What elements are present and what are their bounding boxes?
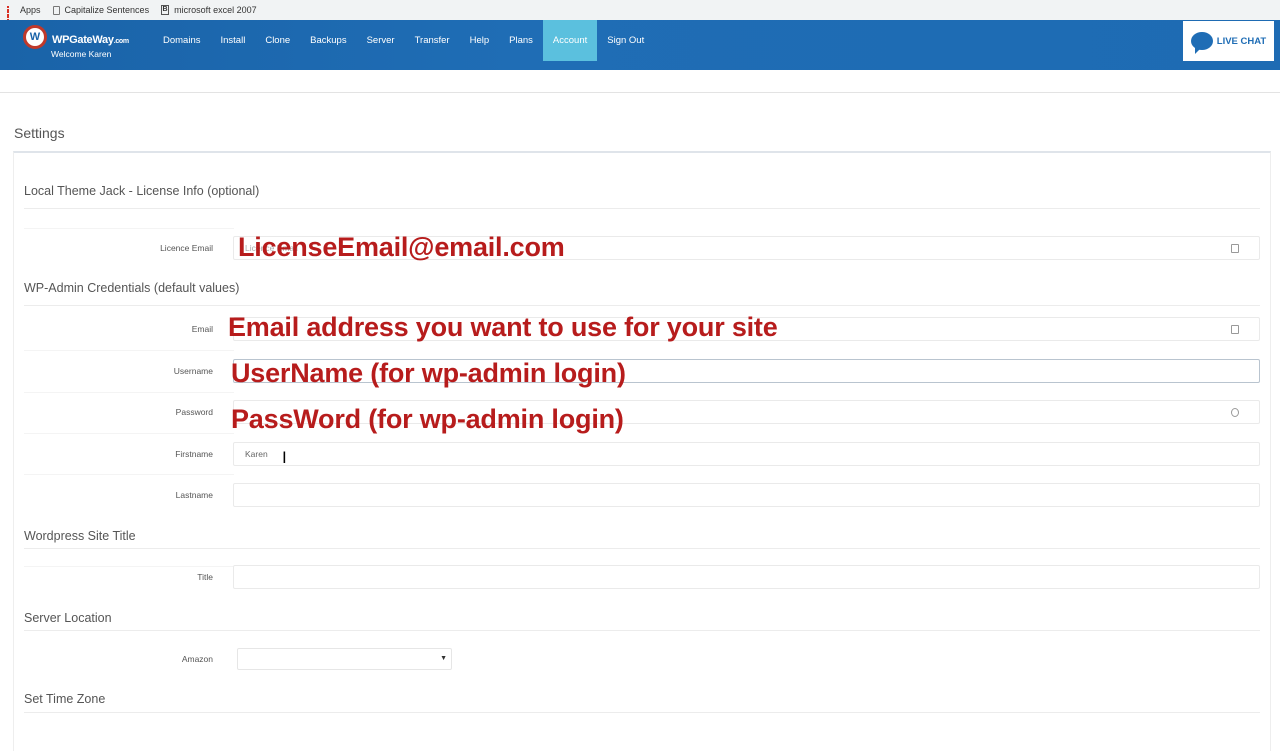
amazon-label: Amazon xyxy=(181,654,213,664)
section-time-zone: Set Time Zone xyxy=(24,692,106,706)
page-title: Settings xyxy=(14,125,65,141)
bookmarks-bar: Apps Capitalize Sentences B microsoft ex… xyxy=(0,0,1280,28)
nav-backups[interactable]: Backups xyxy=(300,20,356,61)
password-manager-icon[interactable] xyxy=(1231,408,1239,417)
chat-bubble-icon xyxy=(1190,32,1213,54)
row-divider xyxy=(24,350,234,351)
nav-transfer[interactable]: Transfer xyxy=(405,20,460,61)
email-label: Email xyxy=(191,324,213,334)
bookmark-excel[interactable]: B microsoft excel 2007 xyxy=(161,5,257,15)
section-license: Local Theme Jack - License Info (optiona… xyxy=(24,184,260,198)
firstname-value: Karen xyxy=(245,449,268,459)
nav-help[interactable]: Help xyxy=(460,20,500,61)
brand-logo[interactable]: W WPGateWay.com Welcome Karen xyxy=(0,20,150,70)
wp-logo-icon: W xyxy=(23,25,47,49)
row-divider xyxy=(24,392,234,393)
bookmark-b-icon: B xyxy=(161,5,170,15)
password-label: Password xyxy=(175,407,213,417)
username-annotation: UserName (for wp-admin login) xyxy=(231,358,626,388)
autofill-icon[interactable] xyxy=(1231,244,1239,253)
section-divider xyxy=(24,305,1260,306)
section-divider xyxy=(24,712,1260,713)
nav-server[interactable]: Server xyxy=(357,20,405,61)
bookmark-excel-label: microsoft excel 2007 xyxy=(174,5,257,15)
welcome-text: Welcome Karen xyxy=(51,49,112,59)
lastname-input[interactable] xyxy=(233,483,1260,507)
firstname-input[interactable]: Karen xyxy=(233,442,1260,466)
nav-links: Domains Install Clone Backups Server Tra… xyxy=(153,20,654,70)
nav-domains[interactable]: Domains xyxy=(153,20,211,61)
page-icon xyxy=(52,5,60,15)
bookmark-capitalize[interactable]: Capitalize Sentences xyxy=(52,5,150,15)
live-chat-button[interactable]: LIVE CHAT xyxy=(1183,21,1274,61)
section-wp-admin: WP-Admin Credentials (default values) xyxy=(24,281,240,295)
row-divider xyxy=(24,433,234,434)
autofill-icon[interactable] xyxy=(1231,325,1239,334)
live-chat-label: LIVE CHAT xyxy=(1216,35,1267,47)
row-divider xyxy=(24,566,234,567)
section-server-location: Server Location xyxy=(24,611,112,625)
bookmark-apps[interactable]: Apps xyxy=(6,5,41,28)
section-site-title: Wordpress Site Title xyxy=(24,529,136,543)
caret-down-icon: ▼ xyxy=(440,655,447,662)
lastname-label: Lastname xyxy=(175,490,213,500)
nav-account[interactable]: Account xyxy=(542,20,598,61)
apps-grid-icon xyxy=(6,6,15,28)
nav-sign-out[interactable]: Sign Out xyxy=(597,20,654,61)
bookmark-apps-label: Apps xyxy=(20,5,41,15)
licence-email-label: Licence Email xyxy=(160,243,213,253)
amazon-region-select[interactable]: ▼ xyxy=(237,648,452,670)
password-annotation: PassWord (for wp-admin login) xyxy=(231,404,624,434)
username-label: Username xyxy=(173,366,213,376)
nav-clone[interactable]: Clone xyxy=(255,20,300,61)
firstname-label: Firstname xyxy=(175,449,213,459)
brand-name: WPGateWay.com xyxy=(52,34,129,46)
email-annotation: Email address you want to use for your s… xyxy=(228,312,778,342)
licence-email-annotation: LicenseEmail@email.com xyxy=(238,232,565,262)
section-divider xyxy=(24,208,1260,209)
text-cursor-icon: I xyxy=(282,448,287,467)
divider xyxy=(0,92,1280,93)
section-divider xyxy=(24,630,1260,631)
row-divider xyxy=(24,228,234,229)
nav-install[interactable]: Install xyxy=(211,20,256,61)
bookmark-capitalize-label: Capitalize Sentences xyxy=(64,5,150,15)
nav-plans[interactable]: Plans xyxy=(499,20,543,61)
title-label: Title xyxy=(197,572,213,582)
row-divider xyxy=(24,474,234,475)
title-input[interactable] xyxy=(233,565,1260,589)
section-divider xyxy=(24,548,1260,549)
top-navbar: W WPGateWay.com Welcome Karen Domains In… xyxy=(0,20,1280,70)
